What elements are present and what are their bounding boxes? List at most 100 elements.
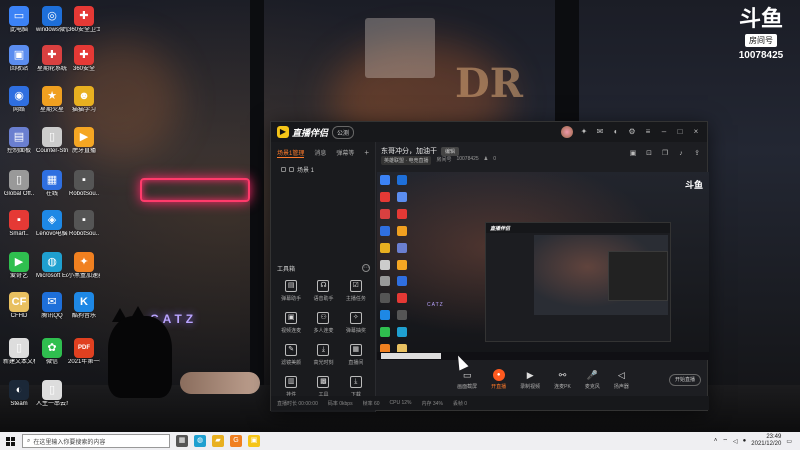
desktop-icon[interactable]: ✚ 星期轮系统	[36, 45, 68, 73]
desktop-icon[interactable]: ▭ 此电脑	[3, 6, 35, 34]
scene-item[interactable]: 场景 1	[271, 161, 375, 178]
start-button[interactable]	[0, 432, 20, 450]
settings-icon[interactable]: ⚙	[627, 127, 637, 137]
desktop-app-icon: ▣	[9, 45, 29, 65]
network-icon[interactable]: ⌔	[722, 437, 728, 445]
desktop-icon-label: 在线	[45, 191, 58, 197]
stream-title[interactable]: 东哥冲分，加油干	[381, 146, 437, 156]
desktop-app-icon: ✦	[74, 252, 94, 272]
toolbox-item[interactable]: ▦ 直播间	[340, 344, 372, 366]
avatar[interactable]	[561, 126, 573, 138]
desktop-icon[interactable]: ✉ 腾讯QQ	[36, 292, 68, 320]
layout-icon[interactable]: ▣	[629, 150, 637, 158]
tab-danmaku[interactable]: 弹幕等	[336, 148, 354, 158]
eye-icon[interactable]	[281, 167, 286, 172]
add-scene-icon[interactable]: +	[364, 148, 369, 158]
toolbox-item[interactable]: ▤ 弹幕助手	[275, 280, 307, 302]
desktop-app-icon: ◎	[42, 6, 62, 26]
volume-icon[interactable]: ◁	[733, 438, 738, 445]
toolbox-item[interactable]: ☑ 主播任务	[340, 280, 372, 302]
desktop-icon[interactable]: ▯Counter-Strike	[36, 127, 68, 155]
taskbar-app-file-explorer[interactable]: ▰	[212, 435, 224, 447]
desktop-icon[interactable]: ▪ RobotSou..	[68, 210, 100, 238]
status-item: 内存 34%	[421, 400, 443, 407]
copy-icon[interactable]: ❐	[661, 150, 669, 158]
desktop-icon[interactable]: K 酷狗音乐	[68, 292, 100, 320]
desktop-icon[interactable]: ▦ 在线	[36, 170, 68, 198]
toolbox-item[interactable]: ▥ 挂件	[275, 376, 307, 398]
desktop-icon[interactable]: PDF2021年第一季度工作总结.pptx	[68, 338, 100, 366]
desktop-icon[interactable]: ▪ Smart..	[3, 210, 35, 238]
live-control-button[interactable]: ▶ 录制视频	[520, 369, 540, 390]
taskbar-app-task-view[interactable]: ▦	[176, 435, 188, 447]
toolbox-item[interactable]: ⚇ 多人连麦	[307, 312, 339, 334]
desktop-icon[interactable]: ✚ 360安全	[68, 45, 100, 73]
skin-icon[interactable]: ◐	[611, 127, 621, 137]
desktop-icon[interactable]: ▶ 虎牙直播	[68, 127, 100, 155]
start-live-button[interactable]: 开始直播	[669, 374, 701, 386]
desktop-icon[interactable]: ✿ 微信	[36, 338, 68, 366]
desktop-icon[interactable]: ★ 星期火星	[36, 86, 68, 114]
toolbox-item[interactable]: ✎ 滤镜美颜	[275, 344, 307, 366]
desktop-icon[interactable]: ✦小黑盒加速器	[68, 252, 100, 280]
notification-icon[interactable]: ♪	[677, 150, 685, 158]
live-companion-window[interactable]: ▶ 直播伴侣 公测 ✦ ✉ ◐ ⚙ ≡ – □ × 场景1管理 消息 弹幕等 +…	[270, 121, 709, 412]
stream-preview[interactable]: CATZ 斗鱼 直播伴侣	[377, 172, 709, 360]
maximize-icon[interactable]: □	[675, 127, 685, 137]
close-icon[interactable]: ×	[691, 127, 701, 137]
desktop-icon[interactable]: ◎ windows微信	[36, 6, 68, 34]
taskbar-search[interactable]: ⌕ 在这里输入你要搜索的内容	[22, 434, 170, 448]
lock-icon[interactable]	[289, 167, 294, 172]
live-control-button[interactable]: 🎤 麦克风	[585, 369, 600, 390]
share-icon[interactable]: ⇪	[693, 150, 701, 158]
desktop-icon[interactable]: ▯人生一串云笔记	[36, 380, 68, 408]
toolbox-item[interactable]: ✧ 弹幕抽奖	[340, 312, 372, 334]
desktop-icon[interactable]: ▶ 爱奇艺	[3, 252, 35, 280]
taskbar-app-edge[interactable]: ◍	[194, 435, 206, 447]
desktop-icon[interactable]: ☻ 猫猫学习	[68, 86, 100, 114]
category-tag[interactable]: 英雄联盟 · 电竞直播	[381, 156, 432, 165]
desktop-icon[interactable]: ▪ RobotSou..	[68, 170, 100, 198]
desktop-icon[interactable]: ▣ 回收站	[3, 45, 35, 73]
live-control-button[interactable]: ▭ 画面截屏	[457, 369, 477, 390]
desktop-icon[interactable]: ▤ 控制面板	[3, 127, 35, 155]
chevron-up-icon[interactable]: ˄	[714, 438, 718, 444]
desktop-icon[interactable]: ✚ 360安全卫士	[68, 6, 100, 34]
live-control-button[interactable]: ● 开直播	[491, 368, 506, 390]
tool-icon: ☑	[349, 280, 362, 292]
desktop-app-icon: ◈	[42, 210, 62, 230]
notification-center-icon[interactable]: ▭	[786, 438, 792, 445]
live-control-button[interactable]: ◁ 扬声器	[614, 369, 629, 390]
taskbar-app-live-companion[interactable]: ▣	[248, 435, 260, 447]
lock-icon[interactable]: ⊡	[645, 150, 653, 158]
mail-icon[interactable]: ✉	[595, 127, 605, 137]
desktop-icon[interactable]: ▯ Global Off..	[3, 170, 35, 198]
menu-icon[interactable]: ≡	[643, 127, 653, 137]
desktop-icon[interactable]: ◍Microsoft Edge	[36, 252, 68, 280]
toolbox-item[interactable]: ▩ 工具	[307, 376, 339, 398]
taskbar-app-app-g[interactable]: G	[230, 435, 242, 447]
live-control-button[interactable]: ⚯ 连麦PK	[554, 369, 571, 390]
mic-icon[interactable]: ●	[743, 438, 747, 444]
edit-title-button[interactable]: 编辑	[441, 146, 460, 156]
desktop-app-icon: ✚	[74, 6, 94, 26]
toolbox-item[interactable]: ☊ 语音助手	[307, 280, 339, 302]
status-item: 帧率 60	[362, 400, 380, 407]
tab-messages[interactable]: 消息	[314, 148, 326, 158]
gift-icon[interactable]: ✦	[579, 127, 589, 137]
minimize-icon[interactable]: –	[659, 127, 669, 137]
clock[interactable]: 23:49 2021/12/20	[751, 434, 781, 448]
toolbox-more-icon[interactable]: ⋯	[362, 264, 370, 272]
douyu-watermark: 斗鱼 房间号 10078425	[730, 8, 792, 62]
desktop-icon[interactable]: CF CFHD	[3, 292, 35, 320]
desktop-icon[interactable]: ◉ 网络	[3, 86, 35, 114]
version-badge[interactable]: 公测	[332, 125, 355, 139]
app-titlebar[interactable]: ▶ 直播伴侣 公测 ✦ ✉ ◐ ⚙ ≡ – □ ×	[271, 122, 707, 142]
tab-scene[interactable]: 场景1管理	[277, 148, 304, 158]
toolbox-item[interactable]: ⤓ 高光时刻	[307, 344, 339, 366]
toolbox-item[interactable]: ⤓ 下载	[340, 376, 372, 398]
desktop-icon[interactable]: ◈Lenovo电脑管家	[36, 210, 68, 238]
toolbox-item[interactable]: ▣ 视频连麦	[275, 312, 307, 334]
desktop-icon[interactable]: ▯新建文本文档	[3, 338, 35, 366]
desktop-icon[interactable]: ◐ Steam	[3, 380, 35, 408]
